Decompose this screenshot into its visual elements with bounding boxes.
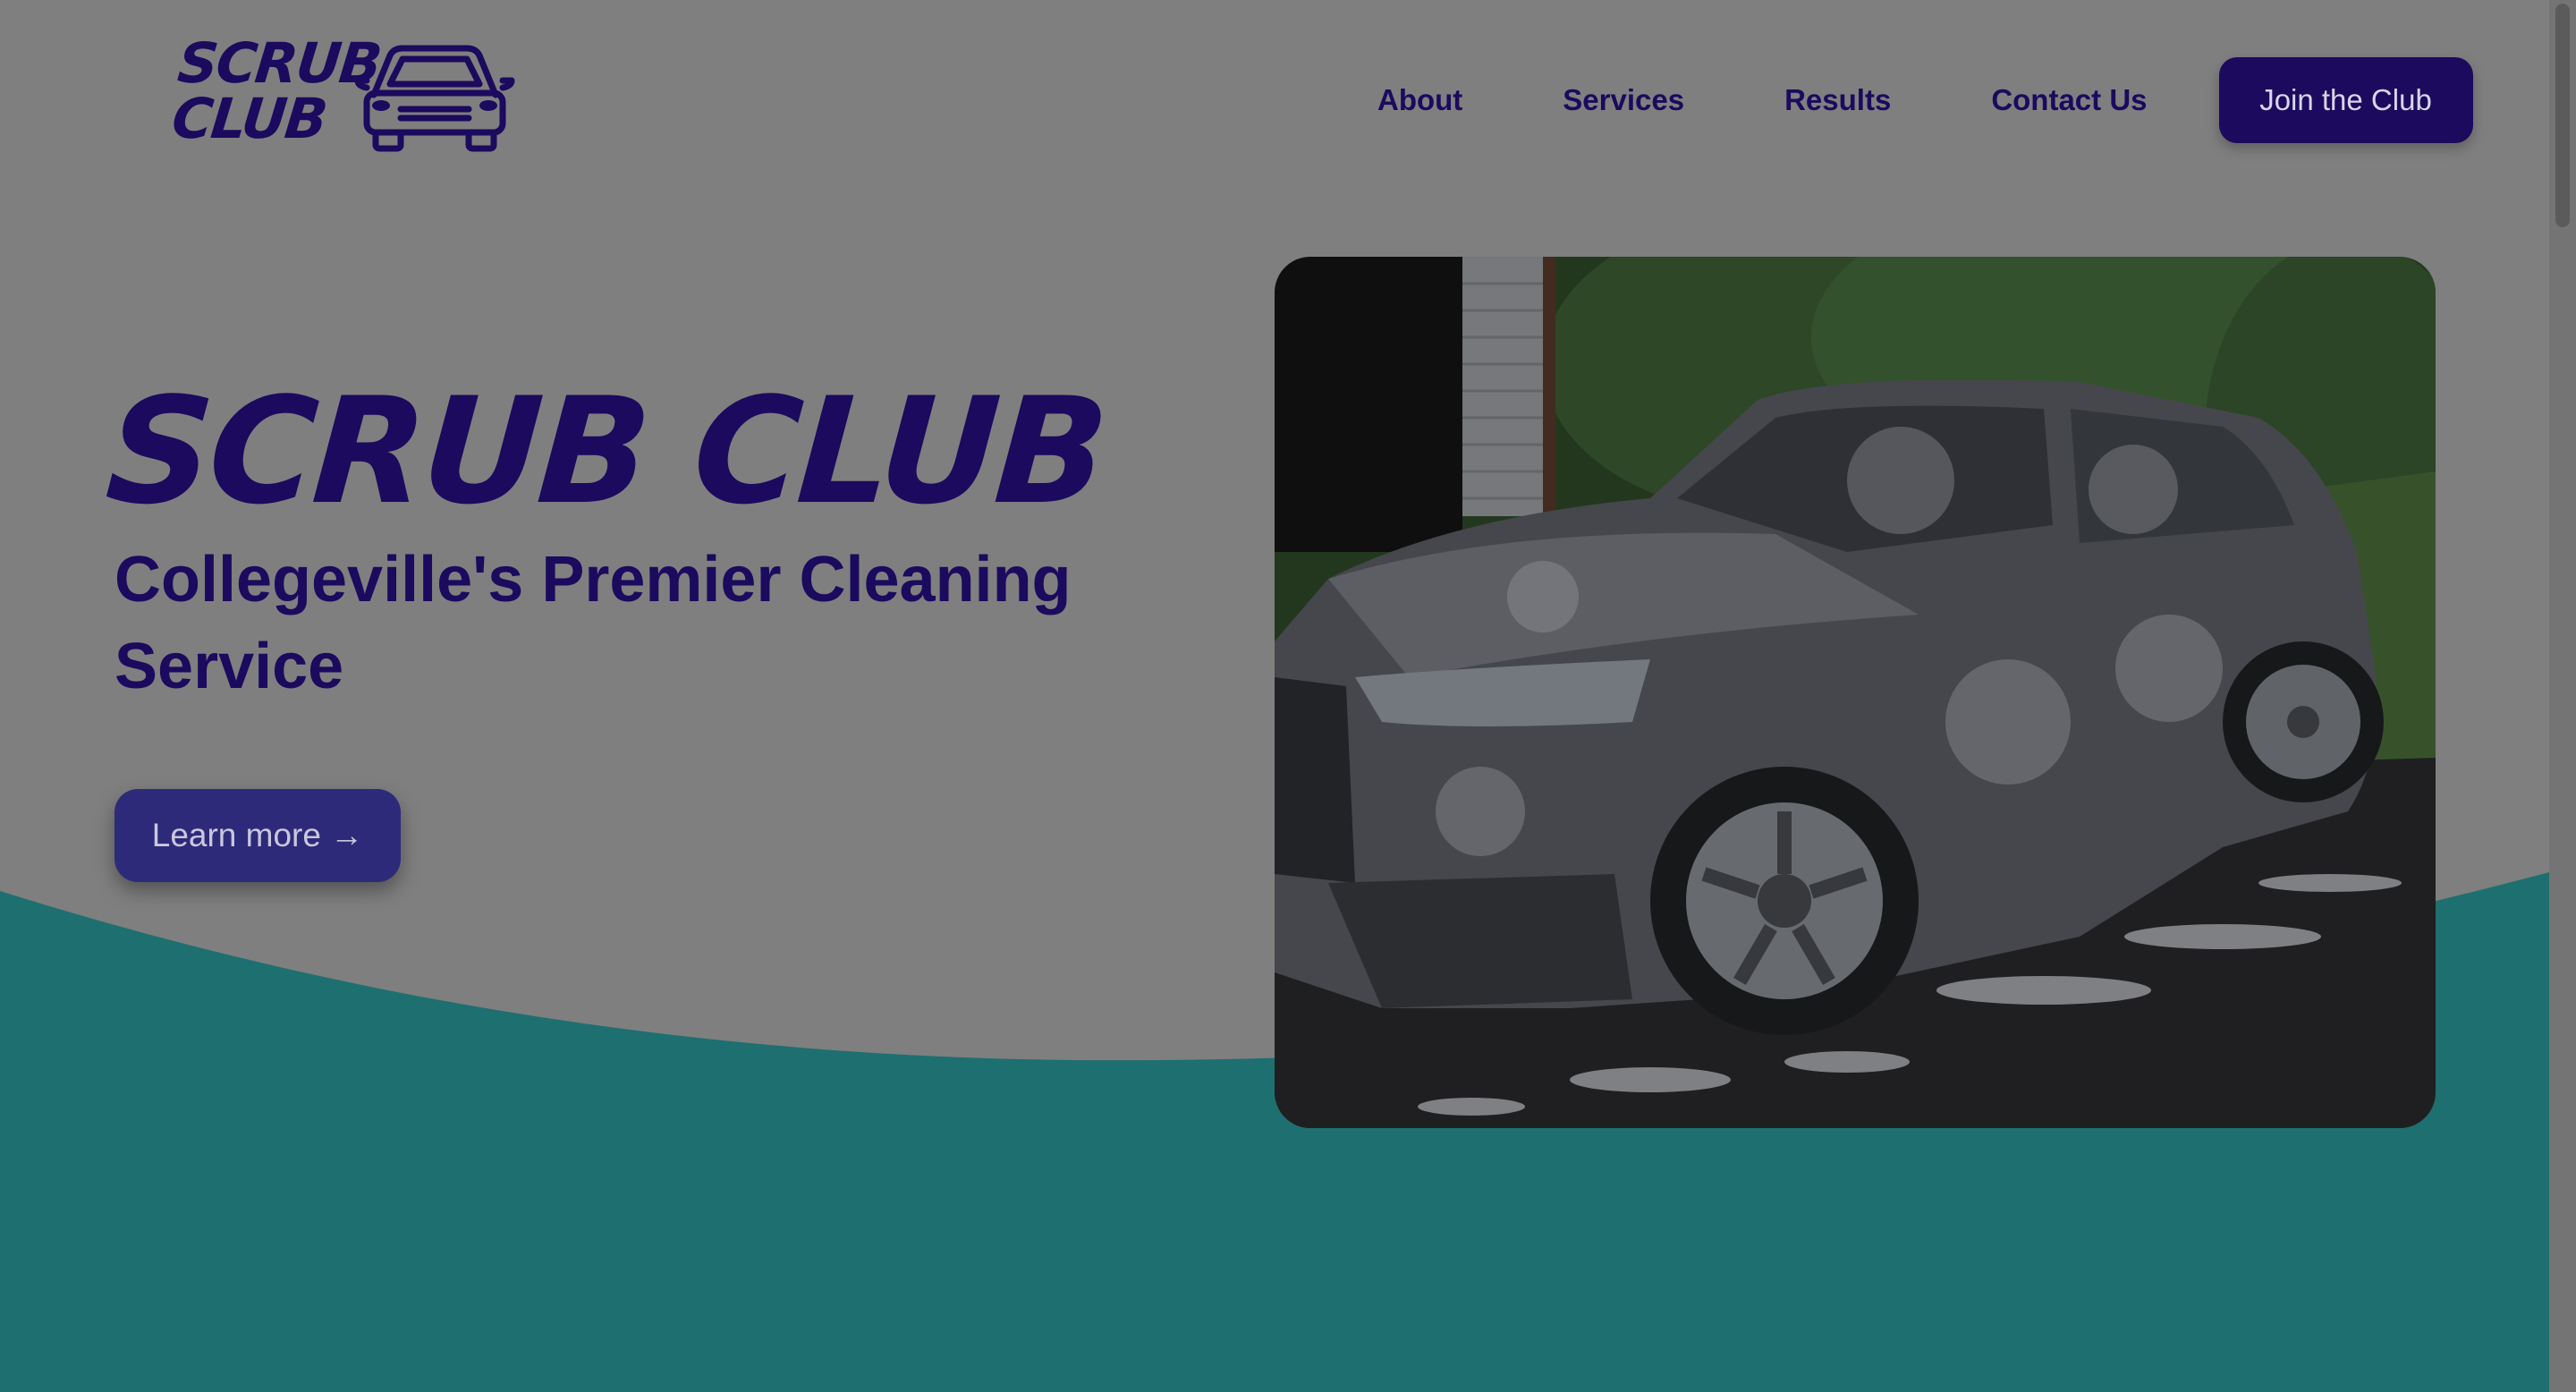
page-scrollbar[interactable] bbox=[2549, 0, 2576, 1392]
nav-link-contact-us[interactable]: Contact Us bbox=[1991, 83, 2147, 117]
learn-more-button[interactable]: Learn more → bbox=[114, 789, 401, 882]
logo-line-1: SCRUB bbox=[174, 30, 384, 96]
foam-covered-suv-illustration bbox=[1275, 257, 2436, 1128]
join-the-club-button[interactable]: Join the Club bbox=[2218, 57, 2473, 143]
hero-title: SCRUB CLUB bbox=[101, 366, 1110, 537]
main-nav: About Services Results Contact Us Join t… bbox=[1377, 57, 2473, 143]
hero-subtitle: Collegeville's Premier Cleaning Service bbox=[114, 544, 1072, 702]
nav-link-services[interactable]: Services bbox=[1563, 83, 1684, 117]
nav-link-results[interactable]: Results bbox=[1784, 83, 1891, 117]
hero-car-photo bbox=[1275, 257, 2436, 1128]
site-logo[interactable]: SCRUB CLUB bbox=[169, 30, 515, 161]
car-icon bbox=[354, 45, 515, 152]
logo-wordmark: SCRUB CLUB bbox=[168, 30, 384, 151]
scrollbar-thumb[interactable] bbox=[2555, 4, 2570, 227]
nav-link-about[interactable]: About bbox=[1377, 83, 1462, 117]
logo-line-2: CLUB bbox=[168, 86, 329, 151]
